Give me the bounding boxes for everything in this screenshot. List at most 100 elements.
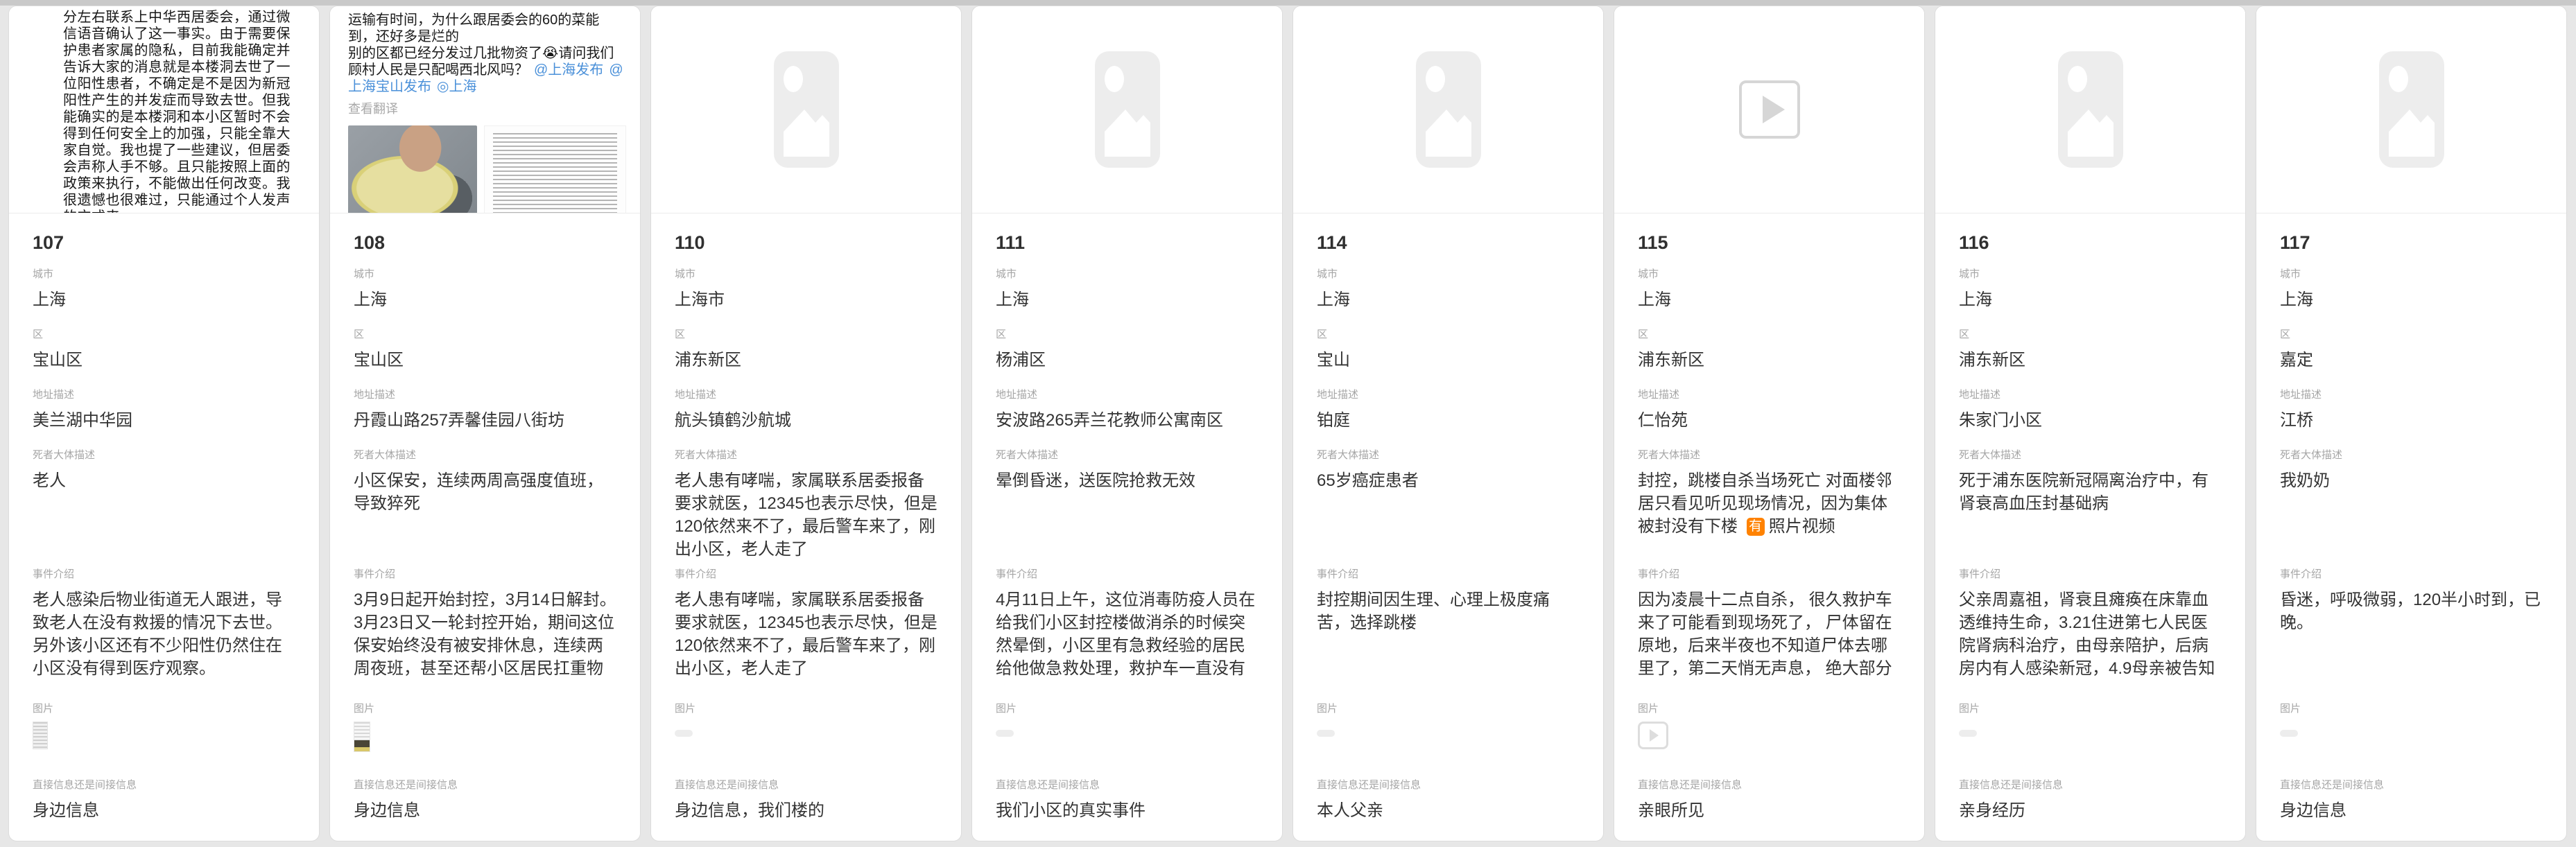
city-value: 上海	[1317, 288, 1580, 311]
field-label-image: 图片	[996, 702, 1259, 716]
attachment-thumbnail[interactable]	[996, 730, 1014, 737]
card-media[interactable]	[1293, 6, 1603, 213]
deceased-value: 65岁癌症患者	[1317, 469, 1580, 561]
attachment-row	[1317, 722, 1580, 753]
field-label-source: 直接信息还是间接信息	[354, 778, 616, 792]
record-number: 111	[996, 232, 1259, 254]
record-number: 116	[1959, 232, 2222, 254]
attachment-thumbnail[interactable]	[1959, 730, 1977, 737]
attachment-thumbnail[interactable]	[354, 722, 370, 752]
card-media[interactable]	[1935, 6, 2245, 213]
gallery-cards-row: 分左右联系上中华西居委会，通过微信语音确认了这一事实。由于需要保护患者家属的隐私…	[0, 6, 2576, 841]
field-label-district: 区	[1959, 328, 2222, 342]
field-label-image: 图片	[1317, 702, 1580, 716]
district-value: 宝山区	[354, 349, 616, 372]
card-media[interactable]	[972, 6, 1282, 213]
cabbage-photo	[348, 125, 477, 213]
field-label-address: 地址描述	[2280, 388, 2543, 402]
image-placeholder-icon	[2058, 51, 2123, 168]
field-label-district: 区	[354, 328, 616, 342]
field-label-city: 城市	[1959, 268, 2222, 281]
record-card[interactable]: 115 城市 上海 区 浦东新区 地址描述 仁怡苑 死者大体描述 封控，跳楼自杀…	[1614, 6, 1925, 841]
post-text-line2: 别的区都已经分发过几批物资了😭请问我们顾村人民是只配喝西北风吗？@上海发布@上海…	[348, 45, 626, 95]
card-fields: 114 城市 上海 区 宝山 地址描述 铂庭 死者大体描述 65岁癌症患者 事件…	[1293, 232, 1603, 822]
event-value: 4月11日上午，这位消毒防疫人员在给我们小区封控楼做消杀的时候突然晕倒，小区里有…	[996, 588, 1259, 680]
field-label-district: 区	[2280, 328, 2543, 342]
address-value: 安波路265弄兰花教师公寓南区	[996, 409, 1259, 432]
field-label-image: 图片	[1959, 702, 2222, 716]
field-label-address: 地址描述	[33, 388, 295, 402]
attachment-post-screenshot: 运输有时间，为什么跟居委会的60的菜能到，还好多是烂的 别的区都已经分发过几批物…	[330, 6, 640, 213]
address-value: 美兰湖中华园	[33, 409, 295, 432]
translate-link: 查看翻译	[348, 101, 626, 117]
attachment-thumbnail[interactable]	[33, 722, 48, 749]
record-card[interactable]: 111 城市 上海 区 杨浦区 地址描述 安波路265弄兰花教师公寓南区 死者大…	[971, 6, 1283, 841]
field-label-address: 地址描述	[1959, 388, 2222, 402]
field-label-event: 事件介绍	[2280, 568, 2543, 582]
record-number: 115	[1638, 232, 1901, 254]
card-media[interactable]: 分左右联系上中华西居委会，通过微信语音确认了这一事实。由于需要保护患者家属的隐私…	[9, 6, 319, 213]
card-media[interactable]	[2256, 6, 2566, 213]
field-label-event: 事件介绍	[33, 568, 295, 582]
field-label-image: 图片	[33, 702, 295, 716]
deceased-value: 老人	[33, 469, 295, 561]
card-fields: 108 城市 上海 区 宝山区 地址描述 丹霞山路257弄馨佳园八街坊 死者大体…	[330, 232, 640, 822]
source-value: 亲身经历	[1959, 799, 2222, 822]
record-card[interactable]: 分左右联系上中华西居委会，通过微信语音确认了这一事实。由于需要保护患者家属的隐私…	[8, 6, 320, 841]
field-label-address: 地址描述	[354, 388, 616, 402]
image-placeholder-icon	[2379, 51, 2444, 168]
city-value: 上海	[996, 288, 1259, 311]
video-play-icon	[1739, 80, 1800, 139]
attachment-thumbnail[interactable]	[1317, 730, 1335, 737]
attachment-row	[354, 722, 616, 753]
card-fields: 116 城市 上海 区 浦东新区 地址描述 朱家门小区 死者大体描述 死于浦东医…	[1935, 232, 2245, 822]
record-card[interactable]: 110 城市 上海市 区 浦东新区 地址描述 航头镇鹤沙航城 死者大体描述 老人…	[650, 6, 962, 841]
field-label-source: 直接信息还是间接信息	[675, 778, 937, 792]
record-card[interactable]: 117 城市 上海 区 嘉定 地址描述 江桥 死者大体描述 我奶奶 事件介绍 昏…	[2256, 6, 2567, 841]
record-card[interactable]: 116 城市 上海 区 浦东新区 地址描述 朱家门小区 死者大体描述 死于浦东医…	[1935, 6, 2246, 841]
field-label-address: 地址描述	[996, 388, 1259, 402]
field-label-source: 直接信息还是间接信息	[2280, 778, 2543, 792]
mention-link: @上海发布	[534, 62, 603, 78]
attachment-thumbnail[interactable]	[2280, 730, 2298, 737]
address-value: 铂庭	[1317, 409, 1580, 432]
event-value: 老人感染后物业街道无人跟进，导致老人在没有救援的情况下去世。另外该小区还有不少阳…	[33, 588, 295, 680]
field-label-city: 城市	[33, 268, 295, 281]
event-value: 老人患有哮喘，家属联系居委报备要求就医，12345也表示尽快，但是120依然来不…	[675, 588, 937, 680]
record-number: 110	[675, 232, 937, 254]
address-value: 江桥	[2280, 409, 2543, 432]
source-value: 身边信息，我们楼的	[675, 799, 937, 822]
card-media[interactable]: 运输有时间，为什么跟居委会的60的菜能到，还好多是烂的 别的区都已经分发过几批物…	[330, 6, 640, 213]
attachment-thumbnail[interactable]	[1638, 722, 1668, 749]
city-value: 上海	[354, 288, 616, 311]
field-label-source: 直接信息还是间接信息	[1638, 778, 1901, 792]
record-number: 114	[1317, 232, 1580, 254]
attachment-text-screenshot: 分左右联系上中华西居委会，通过微信语音确认了这一事实。由于需要保护患者家属的隐私…	[9, 6, 319, 213]
attachment-thumbnail[interactable]	[675, 730, 693, 737]
field-label-image: 图片	[675, 702, 937, 716]
card-media[interactable]	[1614, 6, 1924, 213]
field-label-event: 事件介绍	[354, 568, 616, 582]
field-label-source: 直接信息还是间接信息	[996, 778, 1259, 792]
card-media[interactable]	[651, 6, 961, 213]
record-card[interactable]: 114 城市 上海 区 宝山 地址描述 铂庭 死者大体描述 65岁癌症患者 事件…	[1293, 6, 1604, 841]
address-value: 仁怡苑	[1638, 409, 1901, 432]
event-value: 3月9日起开始封控，3月14日解封。3月23日又一轮封控开始，期间这位保安始终没…	[354, 588, 616, 680]
field-label-city: 城市	[1317, 268, 1580, 281]
district-value: 浦东新区	[1959, 349, 2222, 372]
attachment-row	[675, 722, 937, 753]
field-label-deceased: 死者大体描述	[1317, 448, 1580, 462]
deceased-value: 小区保安，连续两周高强度值班，导致猝死	[354, 469, 616, 561]
deceased-value: 死于浦东医院新冠隔离治疗中，有肾衰高血压封基础病	[1959, 469, 2222, 561]
field-label-event: 事件介绍	[1638, 568, 1901, 582]
district-value: 浦东新区	[1638, 349, 1901, 372]
field-label-city: 城市	[2280, 268, 2543, 281]
field-label-address: 地址描述	[1638, 388, 1901, 402]
field-label-image: 图片	[1638, 702, 1901, 716]
card-fields: 117 城市 上海 区 嘉定 地址描述 江桥 死者大体描述 我奶奶 事件介绍 昏…	[2256, 232, 2566, 822]
field-label-city: 城市	[996, 268, 1259, 281]
field-label-city: 城市	[1638, 268, 1901, 281]
card-fields: 110 城市 上海市 区 浦东新区 地址描述 航头镇鹤沙航城 死者大体描述 老人…	[651, 232, 961, 822]
record-card[interactable]: 运输有时间，为什么跟居委会的60的菜能到，还好多是烂的 别的区都已经分发过几批物…	[329, 6, 641, 841]
field-label-district: 区	[996, 328, 1259, 342]
